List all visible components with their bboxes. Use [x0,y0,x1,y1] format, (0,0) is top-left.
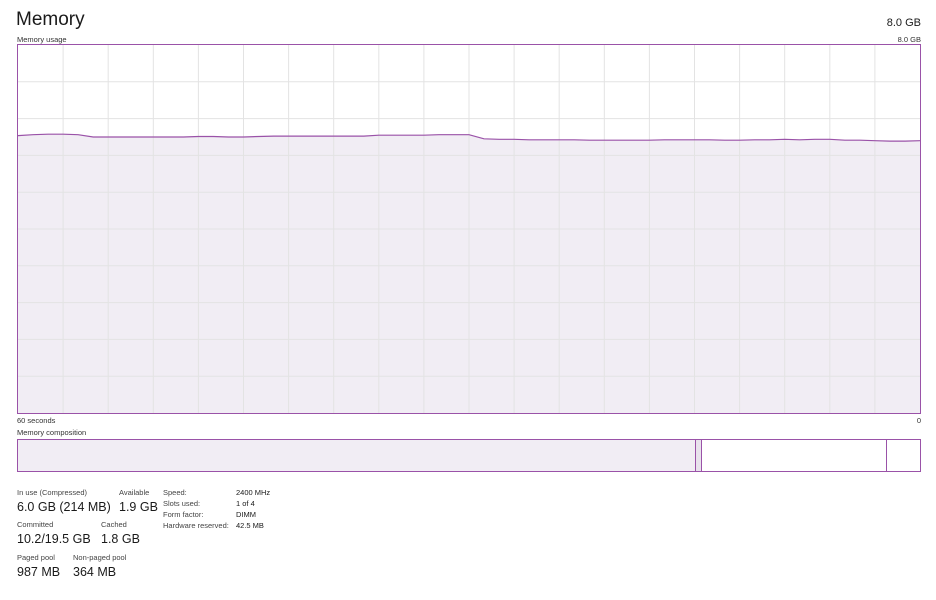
nonpaged-pool-value: 364 MB [73,565,117,579]
page-title: Memory [16,9,85,30]
available-value: 1.9 GB [119,500,158,514]
hardware-reserved-value: 42.5 MB [236,521,264,530]
hardware-reserved-label: Hardware reserved: [163,521,229,530]
in-use-value: 6.0 GB (214 MB) [17,500,111,514]
available-label: Available [119,488,150,497]
graph-time-right: 0 [916,416,921,425]
memory-usage-graph[interactable] [17,44,921,414]
form-factor-value: DIMM [236,510,256,519]
committed-label: Committed [17,520,54,529]
composition-standby[interactable] [701,440,887,471]
composition-free[interactable] [886,440,895,471]
slots-used-label: Slots used: [163,499,201,508]
memory-usage-chart [18,45,920,413]
form-factor-label: Form factor: [163,510,204,519]
in-use-label: In use (Compressed) [17,488,88,497]
composition-in-use[interactable] [18,440,695,471]
cached-value: 1.8 GB [101,532,140,546]
composition-label: Memory composition [17,428,87,437]
composition-modified[interactable] [694,440,702,471]
memory-composition-bar[interactable] [17,439,921,472]
graph-label: Memory usage [17,35,67,44]
nonpaged-pool-label: Non-paged pool [73,553,127,562]
paged-pool-label: Paged pool [17,553,55,562]
graph-max-label: 8.0 GB [897,35,921,44]
graph-time-left: 60 seconds [17,416,56,425]
total-memory: 8.0 GB [886,17,921,29]
committed-value: 10.2/19.5 GB [17,532,91,546]
paged-pool-value: 987 MB [17,565,61,579]
cached-label: Cached [101,520,127,529]
speed-value: 2400 MHz [236,488,271,497]
speed-label: Speed: [163,488,187,497]
slots-used-value: 1 of 4 [236,499,255,508]
